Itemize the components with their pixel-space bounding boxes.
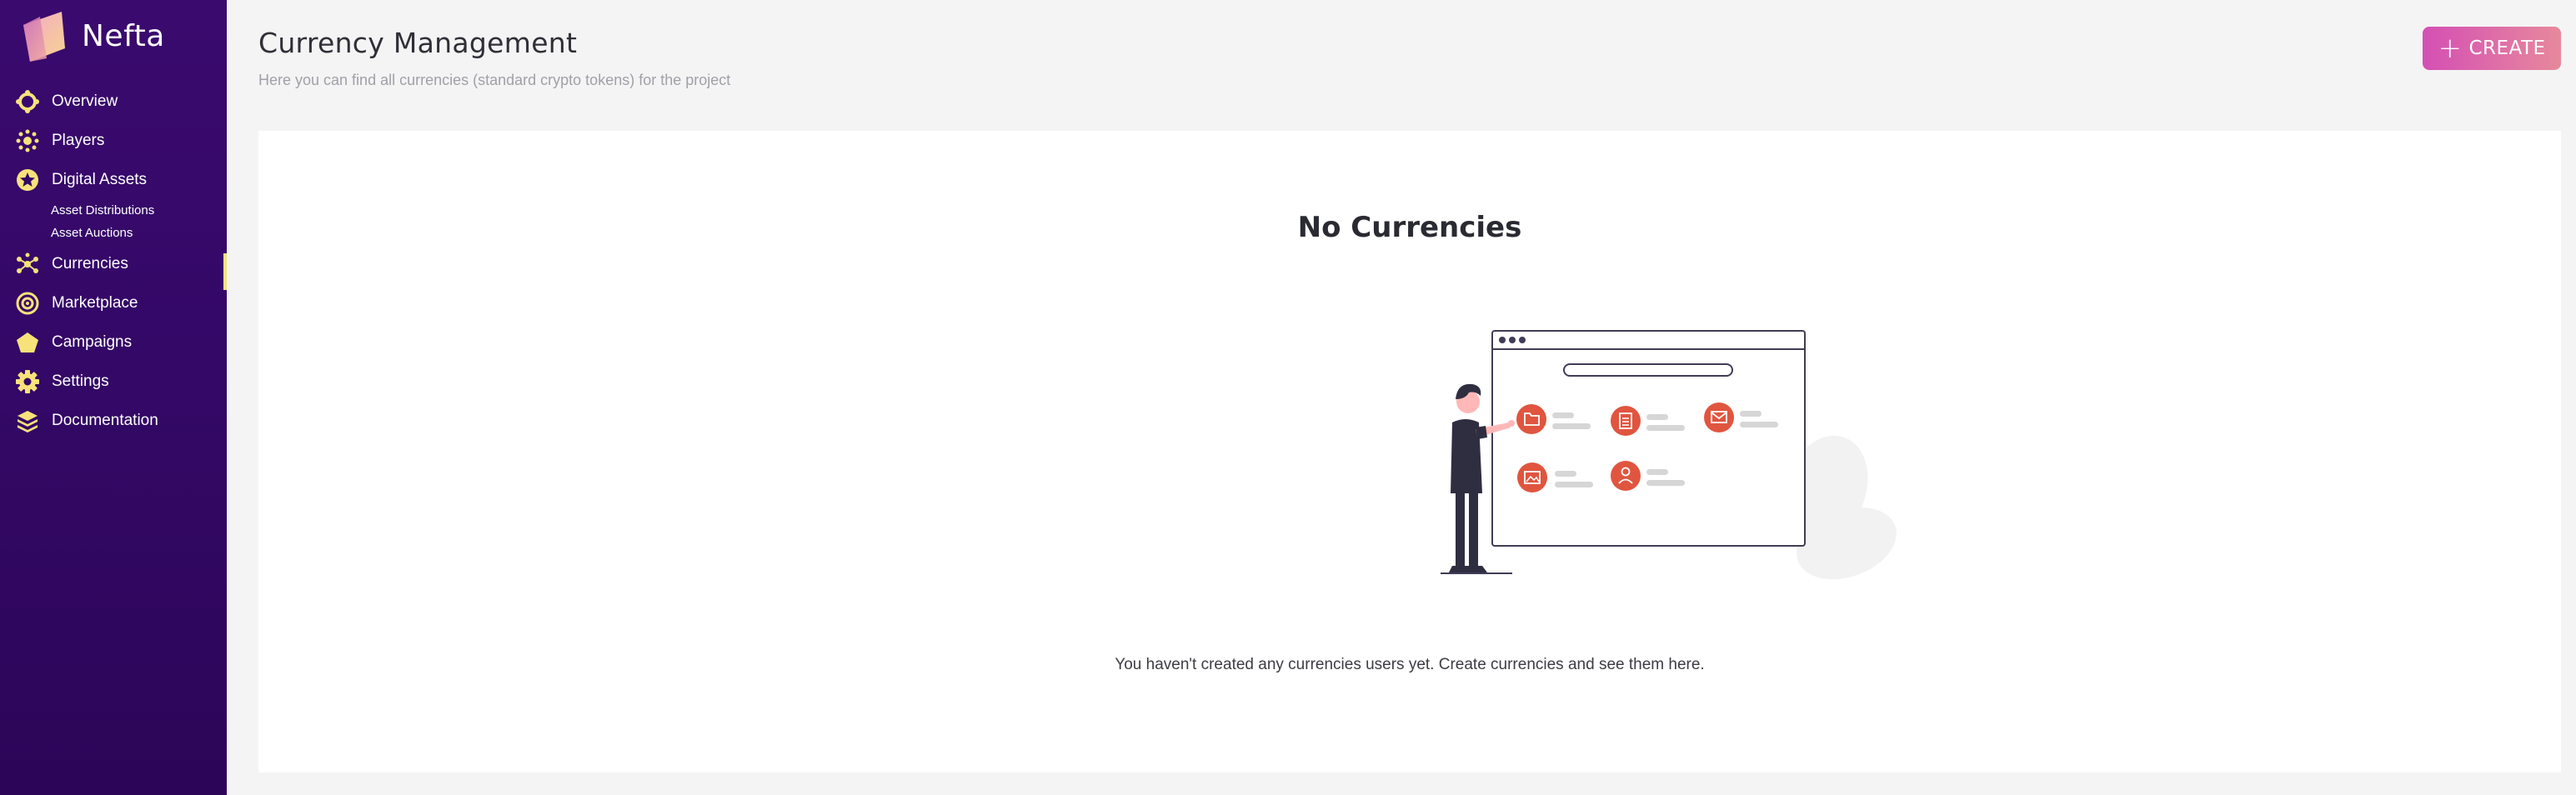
documentation-icon — [15, 408, 40, 433]
sidebar-item-players[interactable]: Players — [0, 121, 227, 160]
sidebar-item-digital-assets[interactable]: Digital Assets — [0, 160, 227, 199]
settings-icon — [15, 369, 40, 394]
image-icon — [1517, 462, 1547, 492]
folder-icon — [1516, 404, 1546, 434]
sidebar-item-currencies[interactable]: Currencies — [0, 244, 227, 290]
empty-state-card: No Currencies You haven't created any cu… — [258, 131, 2561, 772]
currencies-icon — [15, 252, 40, 277]
sidebar-item-settings[interactable]: Settings — [0, 362, 227, 401]
sidebar-item-label: Settings — [52, 372, 109, 390]
app-name: Nefta — [82, 18, 165, 53]
sidebar-item-label: Marketplace — [52, 293, 138, 312]
plus-icon: + — [2438, 32, 2463, 65]
create-button[interactable]: + CREATE — [2423, 27, 2561, 70]
brand-logo[interactable]: Nefta — [15, 7, 165, 65]
sidebar-item-overview[interactable]: Overview — [0, 82, 227, 121]
sidebar-item-label: Currencies — [52, 254, 128, 272]
document-icon — [1611, 406, 1641, 436]
empty-state-title: No Currencies — [1297, 211, 1522, 244]
sidebar-subitem-asset-distributions[interactable]: Asset Distributions — [0, 199, 227, 222]
create-button-label: CREATE — [2468, 38, 2546, 59]
marketplace-icon — [15, 291, 40, 316]
sidebar-item-documentation[interactable]: Documentation — [0, 401, 227, 440]
page-subtitle: Here you can find all currencies (standa… — [258, 72, 731, 88]
sidebar: Nefta Overview Players Digital Assets As… — [0, 0, 227, 795]
sidebar-item-campaigns[interactable]: Campaigns — [0, 322, 227, 362]
sidebar-item-label: Documentation — [52, 411, 158, 429]
sidebar-item-label: Overview — [52, 92, 118, 110]
digital-assets-icon — [15, 168, 40, 192]
empty-state-illustration — [1441, 330, 1897, 580]
user-icon — [1611, 461, 1641, 491]
sidebar-item-label: Digital Assets — [52, 170, 148, 188]
nefta-logo-icon — [23, 12, 65, 62]
players-icon — [15, 128, 40, 153]
sidebar-item-marketplace[interactable]: Marketplace — [0, 283, 227, 322]
overview-icon — [15, 89, 40, 114]
page-title: Currency Management — [258, 27, 578, 59]
sidebar-item-label: Players — [52, 131, 105, 149]
sidebar-subitem-asset-auctions[interactable]: Asset Auctions — [0, 222, 227, 244]
sidebar-nav: Overview Players Digital Assets Asset Di… — [0, 82, 227, 440]
sidebar-item-label: Campaigns — [52, 332, 133, 351]
empty-state-message: You haven't created any currencies users… — [1115, 656, 1705, 673]
mail-icon — [1704, 402, 1734, 432]
campaigns-icon — [15, 330, 40, 355]
